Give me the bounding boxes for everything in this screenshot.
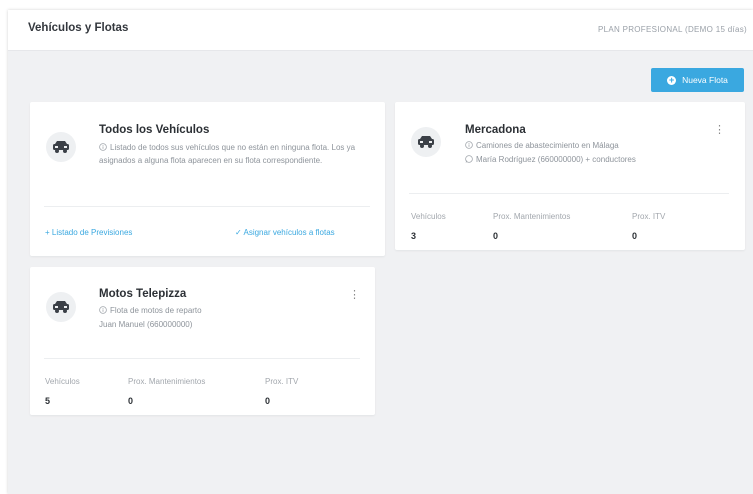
stat-value-maintenance: 0 [128,396,134,406]
page-title: Vehículos y Flotas [28,22,129,34]
more-vertical-icon[interactable]: ⋮ [349,289,360,301]
fleet-description: Flota de motos de reparto [99,305,202,318]
plus-circle-icon: + [667,74,677,85]
stat-value-vehicles: 5 [45,396,51,406]
fleet-contact: María Rodríguez (660000000) + conductore… [465,154,636,167]
stat-label-itv: Prox. ITV [265,377,299,386]
stat-label-vehicles: Vehículos [411,212,446,221]
fleet-description: Camiones de abastecimiento en Málaga [465,140,619,153]
fleet-name: Mercadona [465,124,526,136]
stat-value-maintenance: 0 [493,231,499,241]
whatsapp-icon [465,155,473,167]
info-icon [465,141,473,153]
all-vehicles-description: Listado de todos sus vehículos que no es… [99,143,356,165]
app-window: Vehículos y Flotas PLAN PROFESIONAL (DEM… [8,10,753,494]
car-icon [46,132,76,162]
stat-value-itv: 0 [265,396,271,406]
top-bar: Vehículos y Flotas PLAN PROFESIONAL (DEM… [8,10,753,51]
fleet-card-mercadona[interactable]: Mercadona ⋮ Camiones de abastecimiento e… [395,102,745,250]
plan-label[interactable]: PLAN PROFESIONAL (DEMO 15 días) [598,25,747,34]
car-icon [46,292,76,322]
more-vertical-icon[interactable]: ⋮ [714,124,725,136]
divider [409,193,729,194]
stat-label-itv: Prox. ITV [632,212,666,221]
divider [44,206,370,207]
all-vehicles-title: Todos los Vehículos [99,124,210,136]
forecasts-link[interactable]: + Listado de Previsiones [45,228,132,237]
fleet-card-motos-telepizza[interactable]: Motos Telepizza ⋮ Flota de motos de repa… [30,267,375,415]
stat-label-maintenance: Prox. Mantenimientos [493,212,571,221]
car-icon [411,127,441,157]
stat-value-itv: 0 [632,231,638,241]
all-vehicles-card[interactable]: Todos los Vehículos Listado de todos sus… [30,102,385,256]
stat-label-vehicles: Vehículos [45,377,80,386]
stat-value-vehicles: 3 [411,231,417,241]
new-fleet-label: Nueva Flota [682,75,728,85]
fleet-contact: Juan Manuel (660000000) [99,320,193,329]
divider [44,358,360,359]
info-icon [99,306,107,318]
assign-vehicles-link[interactable]: ✓ Asignar vehículos a flotas [235,228,335,237]
info-icon [99,143,107,155]
stat-label-maintenance: Prox. Mantenimientos [128,377,206,386]
new-fleet-button[interactable]: + Nueva Flota [651,68,744,92]
fleet-name: Motos Telepizza [99,288,187,300]
